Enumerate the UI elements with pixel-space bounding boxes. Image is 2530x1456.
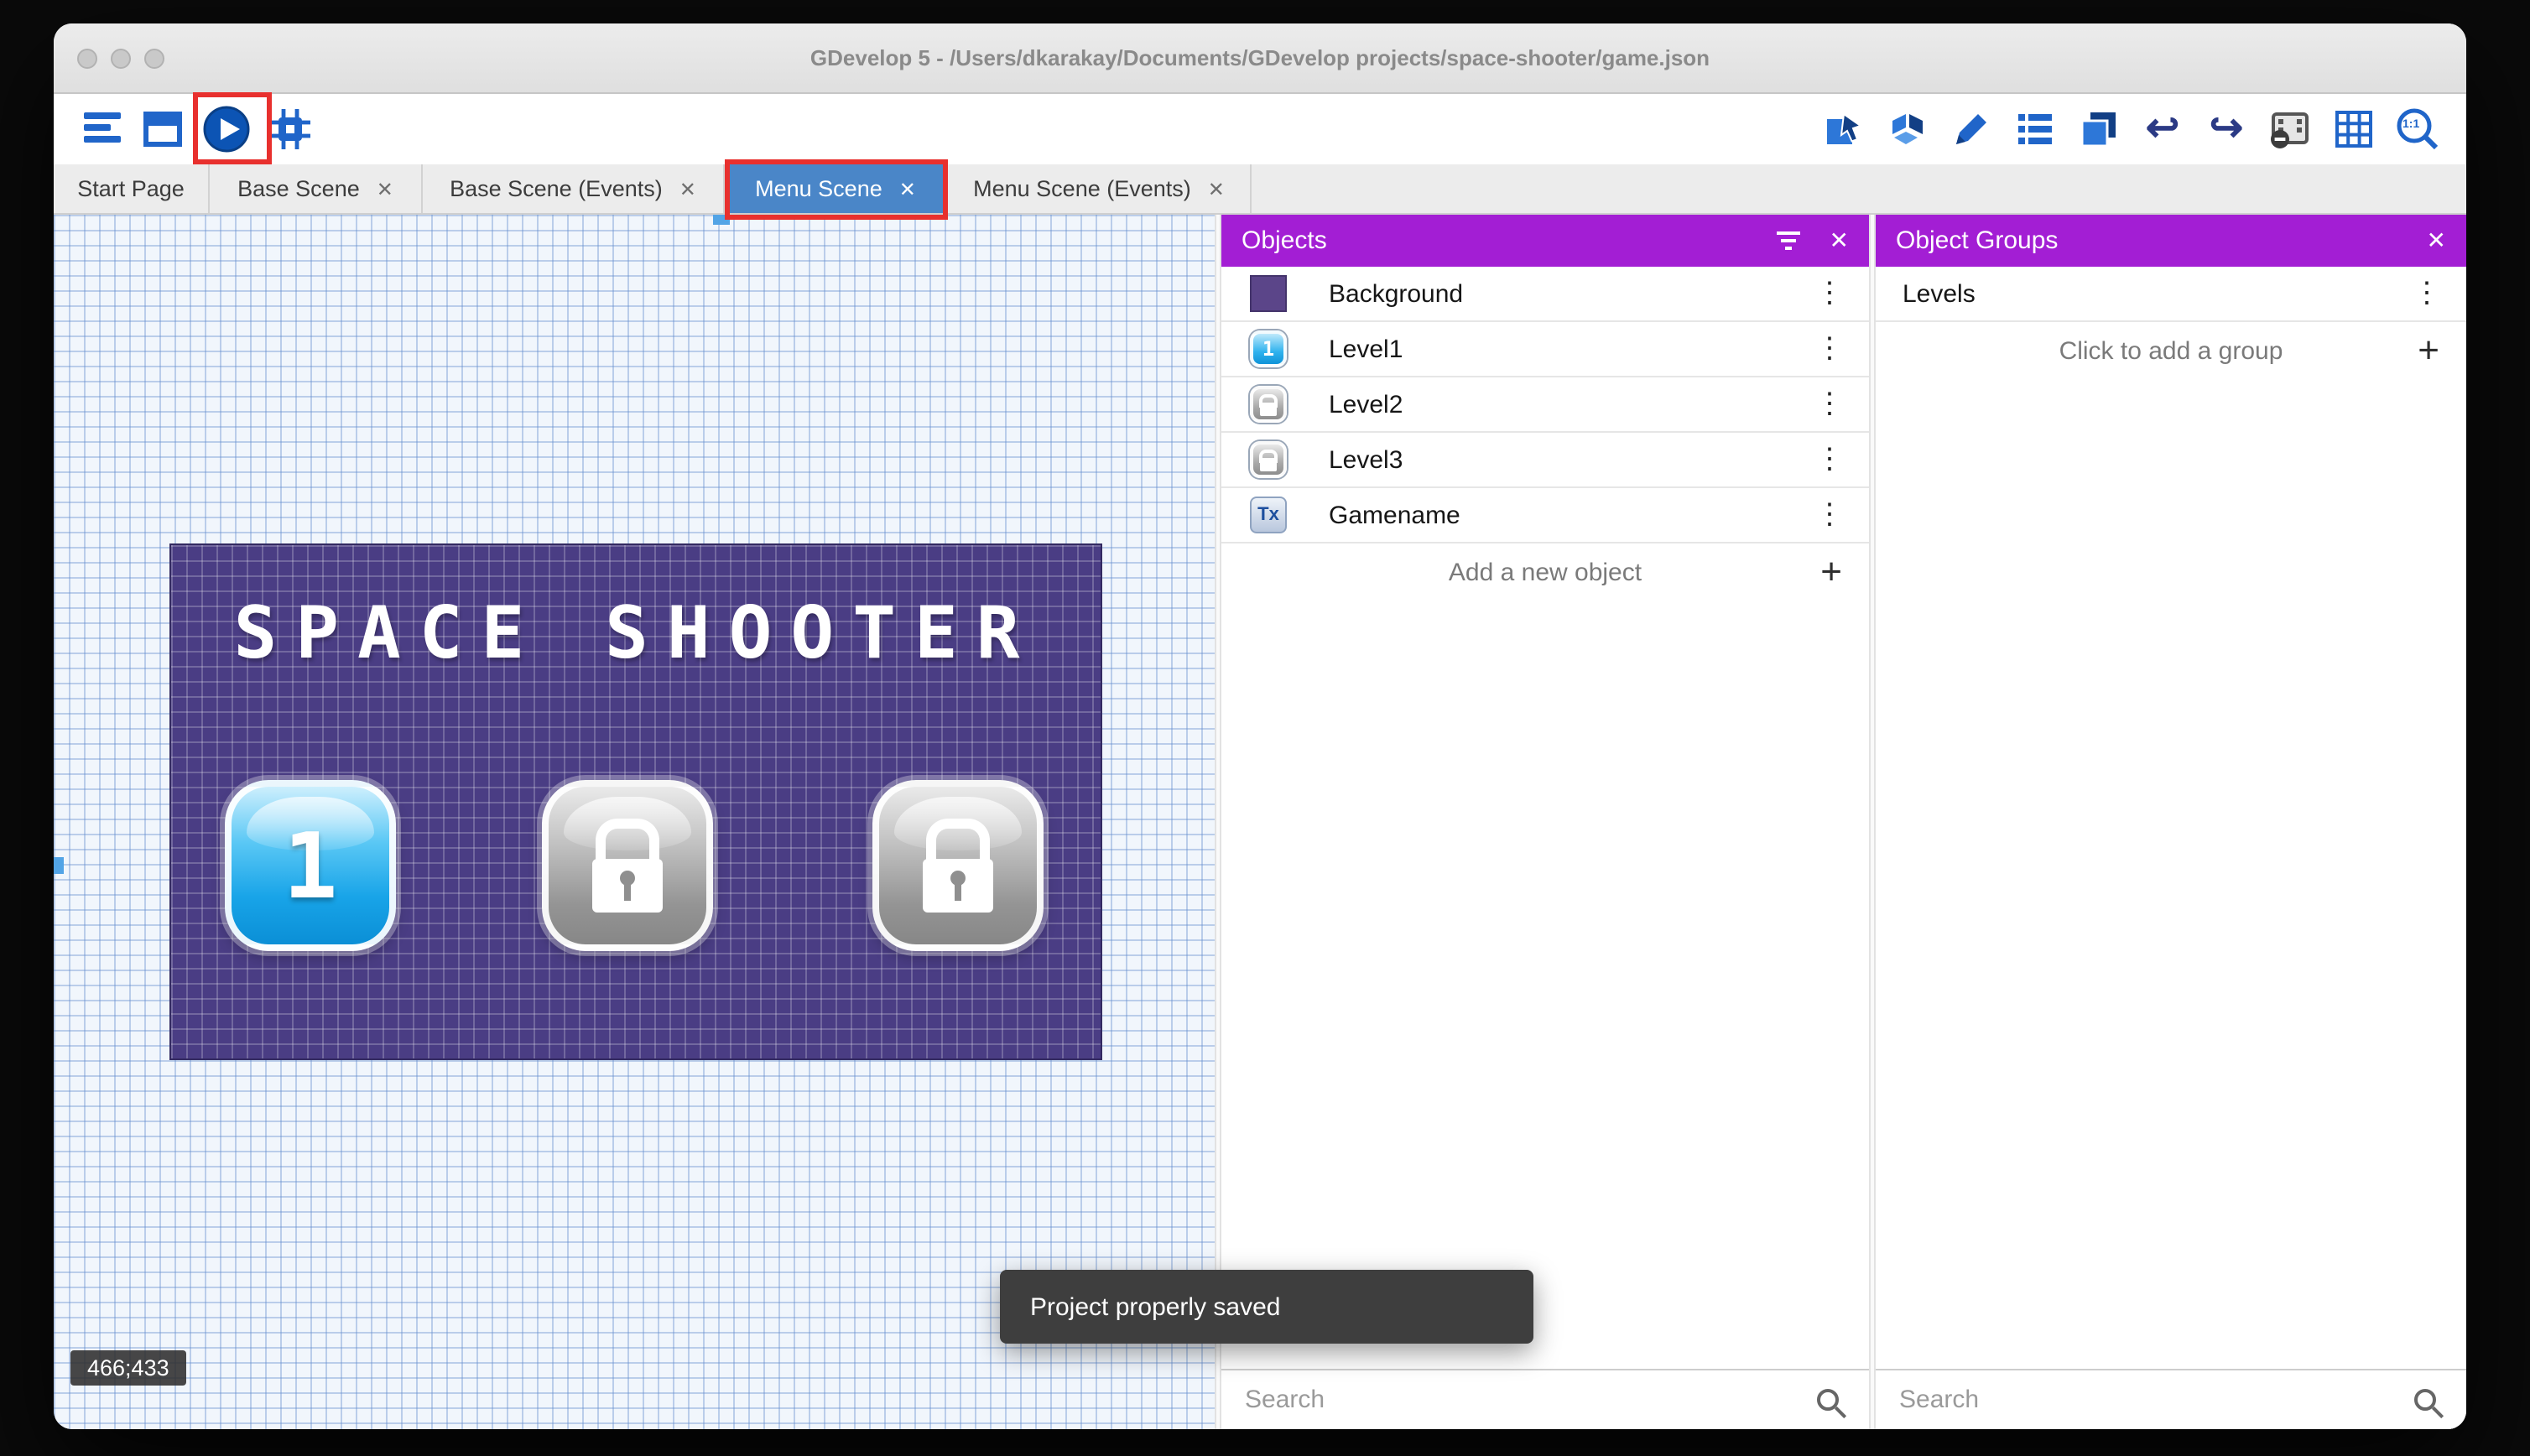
object-name: Level2	[1329, 390, 1403, 419]
objects-panel-header: Objects ✕	[1221, 215, 1869, 267]
group-menu-icon[interactable]: ⋮	[2413, 277, 2441, 310]
redo-icon[interactable]: ↪	[2205, 107, 2248, 151]
add-object-label: Add a new object	[1448, 558, 1642, 586]
object-name: Level1	[1329, 335, 1403, 363]
close-tab-icon[interactable]: ✕	[679, 177, 696, 200]
objects-search-bar	[1221, 1369, 1869, 1429]
zoom-ratio-label: 1:1	[2402, 119, 2420, 131]
level3-object-icon	[1248, 439, 1288, 480]
tab-menu-scene-events[interactable]: Menu Scene (Events) ✕	[948, 164, 1252, 213]
render-preview-icon[interactable]	[2268, 107, 2312, 151]
desktop-background: GDevelop 5 - /Users/dkarakay/Documents/G…	[0, 0, 2530, 1456]
toolbar: ↩ ↪ 1:1	[54, 94, 2466, 164]
search-icon[interactable]	[2414, 1389, 2436, 1411]
object-menu-icon[interactable]: ⋮	[1815, 277, 1844, 310]
instance-level3-button[interactable]	[872, 780, 1044, 951]
groups-search-input[interactable]	[1899, 1386, 2397, 1414]
objects-editor-icon[interactable]	[1822, 107, 1866, 151]
titlebar: GDevelop 5 - /Users/dkarakay/Documents/G…	[54, 23, 2466, 94]
instance-gamename-text[interactable]: SPACE SHOOTER	[171, 592, 1101, 676]
group-row-levels[interactable]: Levels ⋮	[1876, 267, 2466, 322]
minimize-window-button[interactable]	[111, 48, 131, 68]
tab-start-page[interactable]: Start Page	[54, 164, 210, 213]
level2-object-icon	[1248, 384, 1288, 424]
instance-background[interactable]: SPACE SHOOTER 1	[169, 543, 1102, 1060]
tab-base-scene[interactable]: Base Scene ✕	[210, 164, 423, 213]
lock-icon	[919, 819, 997, 913]
objects-panel: Objects ✕ Background ⋮ 1 Level1 ⋮ Level2…	[1221, 215, 1869, 1429]
plus-icon[interactable]: +	[2418, 331, 2439, 368]
toast-message: Project properly saved	[1030, 1292, 1281, 1321]
cursor-coordinates: 466;433	[70, 1350, 186, 1386]
object-menu-icon[interactable]: ⋮	[1815, 332, 1844, 366]
tab-menu-scene[interactable]: Menu Scene ✕	[725, 164, 948, 213]
panel-divider	[1215, 215, 1221, 1429]
toolbar-right-group: ↩ ↪ 1:1	[1822, 107, 2439, 151]
object-groups-panel: Object Groups ✕ Levels ⋮ Click to add a …	[1876, 215, 2466, 1429]
window-title: GDevelop 5 - /Users/dkarakay/Documents/G…	[809, 45, 1710, 70]
project-manager-icon[interactable]	[81, 107, 124, 151]
background-object-icon	[1248, 273, 1288, 314]
object-row-level2[interactable]: Level2 ⋮	[1221, 377, 1869, 433]
properties-pencil-icon[interactable]	[1950, 107, 1993, 151]
object-row-gamename[interactable]: Tx Gamename ⋮	[1221, 488, 1869, 543]
export-project-icon[interactable]	[141, 107, 185, 151]
plus-icon[interactable]: +	[1820, 553, 1842, 590]
search-icon[interactable]	[1817, 1389, 1839, 1411]
group-name: Levels	[1903, 279, 1976, 308]
close-panel-icon[interactable]: ✕	[2427, 226, 2446, 255]
object-menu-icon[interactable]: ⋮	[1815, 387, 1844, 421]
object-name: Gamename	[1329, 501, 1460, 529]
close-tab-icon[interactable]: ✕	[899, 177, 916, 200]
content-area: SPACE SHOOTER 1 466;433 Objects ✕ Backgr…	[54, 215, 2466, 1429]
object-groups-panel-header: Object Groups ✕	[1876, 215, 2466, 267]
object-groups-panel-title: Object Groups	[1896, 226, 2059, 255]
save-toast: Project properly saved	[1000, 1270, 1533, 1344]
objects-panel-title: Objects	[1242, 226, 1327, 255]
preview-play-icon[interactable]	[201, 104, 252, 154]
object-menu-icon[interactable]: ⋮	[1815, 443, 1844, 476]
panel-divider	[1869, 215, 1876, 1429]
object-groups-editor-icon[interactable]	[1886, 107, 1929, 151]
canvas-scroll-marker-left[interactable]	[54, 857, 64, 874]
zoom-ratio-icon[interactable]: 1:1	[2396, 107, 2439, 151]
add-group-label: Click to add a group	[2059, 336, 2283, 365]
mini-lock-icon	[1259, 449, 1278, 471]
canvas-scroll-marker-top[interactable]	[713, 215, 730, 225]
toolbar-left-group	[81, 104, 312, 154]
close-panel-icon[interactable]: ✕	[1830, 226, 1849, 255]
instance-level2-button[interactable]	[542, 780, 713, 951]
maximize-window-button[interactable]	[144, 48, 164, 68]
object-name: Level3	[1329, 445, 1403, 474]
close-window-button[interactable]	[77, 48, 97, 68]
mini-lock-icon	[1259, 393, 1278, 415]
object-row-background[interactable]: Background ⋮	[1221, 267, 1869, 322]
tab-base-scene-events[interactable]: Base Scene (Events) ✕	[423, 164, 725, 213]
debug-icon[interactable]	[268, 107, 312, 151]
add-group-button[interactable]: Click to add a group +	[1876, 322, 2466, 379]
instance-level1-button[interactable]: 1	[225, 780, 396, 951]
close-tab-icon[interactable]: ✕	[377, 177, 393, 200]
add-object-button[interactable]: Add a new object +	[1221, 543, 1869, 601]
object-row-level1[interactable]: 1 Level1 ⋮	[1221, 322, 1869, 377]
object-row-level3[interactable]: Level3 ⋮	[1221, 433, 1869, 488]
text-object-icon: Tx	[1248, 495, 1288, 535]
level1-object-icon: 1	[1248, 329, 1288, 369]
filter-icon[interactable]	[1776, 230, 1803, 252]
layers-editor-icon[interactable]	[2077, 107, 2121, 151]
traffic-lights	[77, 23, 164, 92]
undo-icon[interactable]: ↩	[2141, 107, 2184, 151]
gdevelop-window: GDevelop 5 - /Users/dkarakay/Documents/G…	[54, 23, 2466, 1429]
scene-canvas[interactable]: SPACE SHOOTER 1 466;433	[54, 215, 1215, 1429]
object-name: Background	[1329, 279, 1464, 308]
lock-icon	[589, 819, 666, 913]
object-menu-icon[interactable]: ⋮	[1815, 498, 1844, 532]
grid-icon[interactable]	[2332, 107, 2376, 151]
tab-bar: Start Page Base Scene ✕ Base Scene (Even…	[54, 164, 2466, 215]
instances-list-icon[interactable]	[2013, 107, 2057, 151]
groups-search-bar	[1876, 1369, 2466, 1429]
objects-search-input[interactable]	[1245, 1386, 1800, 1414]
close-tab-icon[interactable]: ✕	[1208, 177, 1225, 200]
